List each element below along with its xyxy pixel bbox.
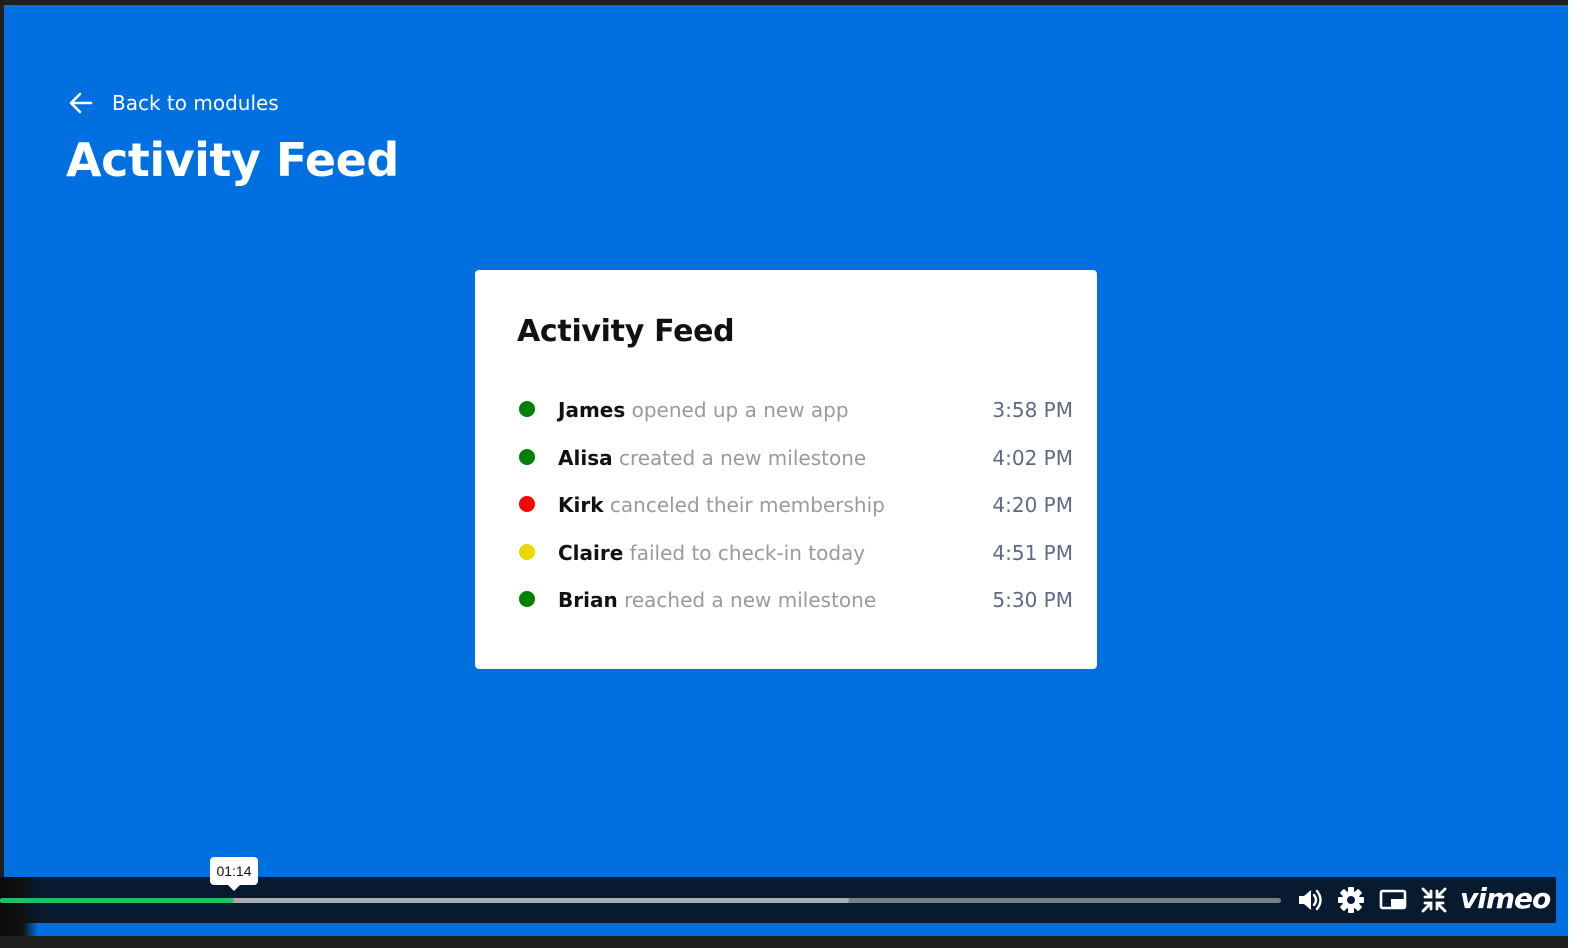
feed-item: James opened up a new app 3:58 PM bbox=[517, 395, 1073, 443]
activity-feed-list: James opened up a new app 3:58 PM Alisa cr… bbox=[517, 395, 1073, 633]
feed-item-action: canceled their membership bbox=[609, 493, 885, 518]
player-edge-shadow bbox=[0, 877, 38, 936]
page-title: Activity Feed bbox=[66, 133, 399, 187]
feed-item: Brian reached a new milestone 5:30 PM bbox=[517, 585, 1073, 633]
activity-feed-card: Activity Feed James opened up a new app 3… bbox=[475, 270, 1097, 669]
feed-item-time: 4:51 PM bbox=[992, 540, 1073, 565]
hover-time-tooltip: 01:14 bbox=[210, 857, 258, 891]
feed-item-text: James opened up a new app bbox=[558, 395, 849, 425]
feed-item-text: Alisa created a new milestone bbox=[558, 443, 866, 473]
feed-item: Claire failed to check-in today 4:51 PM bbox=[517, 538, 1073, 586]
status-dot-icon bbox=[519, 543, 535, 560]
played-range bbox=[0, 898, 235, 903]
vimeo-logo[interactable]: vimeo bbox=[1460, 882, 1551, 915]
picture-in-picture-button[interactable] bbox=[1377, 884, 1409, 916]
feed-item: Alisa created a new milestone 4:02 PM bbox=[517, 443, 1073, 491]
progress-bar[interactable] bbox=[0, 898, 1281, 903]
window-edge bbox=[1568, 0, 1588, 948]
feed-item-name: Alisa bbox=[558, 445, 613, 470]
back-to-modules-label: Back to modules bbox=[112, 91, 279, 115]
feed-item-text: Kirk canceled their membership bbox=[558, 490, 885, 520]
feed-item-action: created a new milestone bbox=[618, 445, 867, 470]
volume-button[interactable] bbox=[1294, 884, 1326, 916]
arrow-left-icon bbox=[69, 92, 93, 114]
feed-item-time: 4:20 PM bbox=[992, 493, 1073, 518]
status-dot-icon bbox=[519, 591, 535, 608]
picture-in-picture-icon bbox=[1379, 889, 1407, 910]
video-stage[interactable]: Back to modules Activity Feed Activity F… bbox=[4, 5, 1568, 936]
feed-item-time: 4:02 PM bbox=[992, 445, 1073, 470]
feed-item-action: failed to check-in today bbox=[629, 540, 866, 565]
status-dot-icon bbox=[519, 496, 535, 513]
volume-icon bbox=[1299, 889, 1322, 911]
feed-item: Kirk canceled their membership 4:20 PM bbox=[517, 490, 1073, 538]
feed-item-action: reached a new milestone bbox=[624, 588, 877, 613]
feed-item-name: Kirk bbox=[558, 493, 604, 518]
feed-item-name: Claire bbox=[558, 540, 624, 565]
feed-item-name: James bbox=[558, 398, 626, 422]
feed-item-text: Brian reached a new milestone bbox=[558, 585, 876, 615]
settings-button[interactable] bbox=[1335, 884, 1367, 916]
feed-item-name: Brian bbox=[558, 588, 618, 613]
status-dot-icon bbox=[519, 401, 535, 417]
status-dot-icon bbox=[519, 448, 535, 465]
back-to-modules-link[interactable]: Back to modules bbox=[68, 85, 279, 121]
feed-item-time: 3:58 PM bbox=[992, 398, 1073, 422]
exit-fullscreen-icon bbox=[1421, 887, 1447, 913]
feed-item-time: 5:30 PM bbox=[992, 588, 1073, 613]
settings-icon bbox=[1338, 887, 1364, 913]
feed-item-text: Claire failed to check-in today bbox=[558, 538, 865, 568]
feed-item-action: opened up a new app bbox=[631, 398, 849, 422]
exit-fullscreen-button[interactable] bbox=[1418, 884, 1450, 916]
card-title: Activity Feed bbox=[517, 314, 735, 349]
